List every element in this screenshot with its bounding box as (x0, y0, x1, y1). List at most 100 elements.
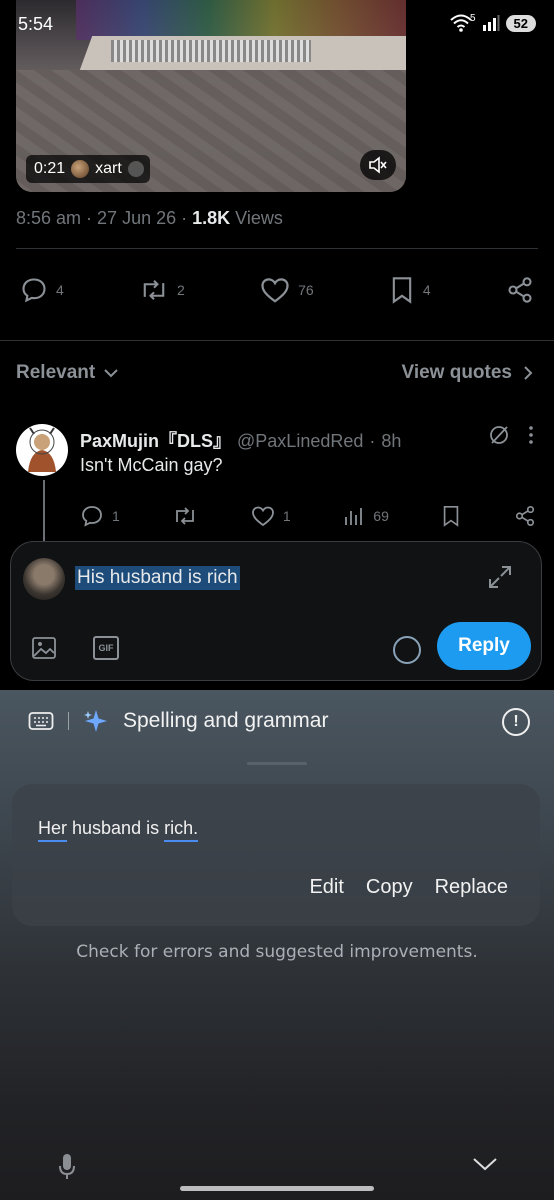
reply-author-handle[interactable]: @PaxLinedRed (237, 431, 363, 452)
reply-views-count: 69 (373, 508, 389, 524)
video-duration: 0:21 (34, 160, 66, 177)
reply-tweet-text: Isn't McCain gay? (80, 455, 223, 475)
chevron-right-icon (524, 366, 533, 380)
status-time: 5:54 (18, 14, 54, 34)
divider (16, 248, 538, 249)
video-frame-crosswalk (76, 0, 406, 40)
sort-label: Relevant (16, 362, 96, 383)
views-count: 1.8K (192, 208, 231, 228)
reply-like-action[interactable]: 1 (251, 505, 291, 527)
video-player[interactable]: 0:21 xart (16, 0, 406, 192)
replace-button[interactable]: Replace (435, 876, 508, 899)
signal-icon (482, 15, 500, 31)
bookmark-icon (444, 506, 459, 527)
video-frame-grate (111, 40, 311, 62)
heart-icon (252, 506, 274, 527)
gif-label: GIF (98, 643, 114, 653)
reply-compose-box: His husband is rich GIF Reply (10, 541, 542, 681)
heart-icon (261, 278, 289, 303)
reply-repost-action[interactable] (172, 504, 198, 528)
character-count-ring (393, 636, 421, 664)
like-action[interactable]: 76 (260, 276, 314, 304)
reply-views-action[interactable]: 69 (343, 505, 389, 527)
grok-icon[interactable] (488, 424, 510, 446)
repost-action[interactable]: 2 (139, 276, 185, 304)
reply-input[interactable]: His husband is rich (75, 566, 240, 590)
bookmark-count: 4 (422, 282, 431, 298)
share-icon (515, 506, 535, 526)
share-icon (508, 277, 532, 303)
wifi-band-label: 5 (469, 12, 476, 24)
uploader-avatar (71, 160, 90, 178)
speaker-muted-icon (369, 156, 387, 174)
view-quotes-label: View quotes (401, 362, 512, 383)
microphone-icon[interactable] (58, 1152, 76, 1180)
reply-action[interactable]: 4 (20, 276, 64, 304)
views-label: Views (235, 208, 283, 228)
share-action[interactable] (506, 276, 534, 304)
reply-reply-action[interactable]: 1 (80, 504, 120, 528)
corrected-word: rich. (164, 818, 199, 842)
analytics-icon (345, 508, 363, 525)
reply-author-avatar[interactable] (16, 424, 68, 476)
repost-icon (143, 280, 165, 300)
reply-like-count: 1 (282, 508, 291, 524)
like-count: 76 (298, 282, 314, 298)
home-indicator[interactable] (180, 1186, 374, 1191)
tweet-meta: 8:56 am · 27 Jun 26 · 1.8K Views (16, 208, 283, 228)
bookmark-action[interactable]: 4 (389, 276, 431, 304)
reply-bookmark-action[interactable] (441, 505, 461, 527)
more-options-icon[interactable] (528, 425, 534, 445)
repost-count: 2 (177, 282, 185, 298)
sort-dropdown[interactable]: Relevant (16, 362, 119, 384)
section-divider (0, 340, 554, 341)
reply-tweet-menu (488, 424, 534, 446)
separator-dot: · (369, 431, 376, 451)
thread-line (43, 480, 45, 542)
reply-author-name[interactable]: PaxMujin『DLS』 (80, 427, 231, 453)
chevron-down-icon (104, 369, 118, 378)
drag-handle[interactable] (247, 762, 307, 765)
expand-icon[interactable] (487, 564, 513, 590)
corrected-word: Her (38, 818, 68, 842)
copy-button[interactable]: Copy (366, 876, 413, 899)
repost-icon (176, 507, 195, 525)
edit-button[interactable]: Edit (309, 876, 343, 899)
image-icon[interactable] (31, 636, 57, 660)
suggestion-card: Her husband is rich. Edit Copy Replace (12, 784, 540, 926)
hint-text: Check for errors and suggested improveme… (76, 942, 478, 962)
tweet-time: 8:56 am (16, 208, 82, 228)
chevron-down-icon[interactable] (472, 1156, 498, 1172)
tweet-action-bar: 4 2 76 4 (20, 276, 534, 304)
reply-button[interactable]: Reply (437, 622, 531, 670)
person-icon (127, 161, 144, 177)
reply-tweet-header: PaxMujin『DLS』 @PaxLinedRed · 8h (80, 427, 401, 453)
info-icon[interactable]: ! (502, 708, 530, 736)
writing-assist-header: Spelling and grammar (28, 708, 328, 734)
wifi-icon (450, 14, 472, 32)
comment-icon (22, 278, 46, 303)
reply-share-action[interactable] (514, 505, 536, 527)
avatar-illustration (28, 427, 56, 472)
reply-tweet-actions: 1 1 69 (80, 504, 536, 528)
suggestion-body: husband is (67, 818, 165, 838)
status-icons: 5 52 (450, 12, 536, 32)
reply-count: 4 (56, 282, 64, 298)
ai-sparkle-icon (84, 710, 107, 732)
writing-assist-panel: Spelling and grammar ! Her husband is ri… (0, 690, 554, 1200)
compose-tools: GIF (31, 636, 119, 660)
mute-button[interactable] (360, 150, 396, 180)
comment-icon (82, 506, 102, 527)
reply-time: 8h (381, 431, 402, 451)
my-avatar (23, 558, 65, 600)
view-quotes-link[interactable]: View quotes (401, 362, 534, 384)
keyboard-icon[interactable] (28, 711, 54, 731)
tweet-date: 27 Jun 26 (97, 208, 177, 228)
writing-assist-title: Spelling and grammar (123, 709, 329, 732)
reply-reply-count: 1 (112, 508, 120, 524)
header-separator (68, 712, 69, 730)
bookmark-icon (392, 277, 412, 304)
gif-button[interactable]: GIF (93, 636, 119, 660)
battery-indicator: 52 (505, 14, 536, 32)
video-username: xart (95, 160, 122, 177)
